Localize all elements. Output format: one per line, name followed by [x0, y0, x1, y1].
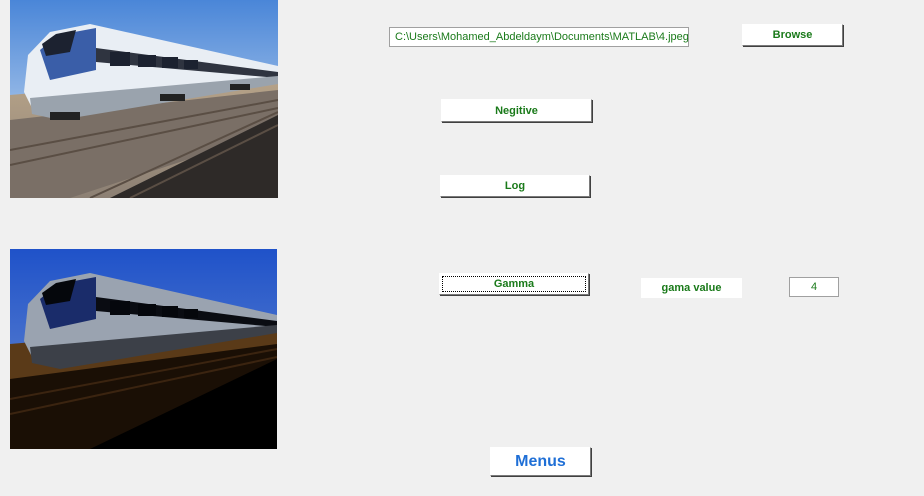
browse-button[interactable]: Browse: [742, 24, 843, 46]
gamma-button[interactable]: Gamma: [439, 273, 589, 295]
processed-image: [10, 249, 277, 449]
gamma-value-input[interactable]: 4: [789, 277, 839, 297]
menus-button[interactable]: Menus: [490, 447, 591, 476]
original-image: [10, 0, 278, 198]
log-button[interactable]: Log: [440, 175, 590, 197]
gamma-value-label: gama value: [641, 278, 742, 298]
file-path-field[interactable]: C:\Users\Mohamed_Abdeldaym\Documents\MAT…: [389, 27, 689, 47]
negative-button[interactable]: Negitive: [441, 99, 592, 122]
